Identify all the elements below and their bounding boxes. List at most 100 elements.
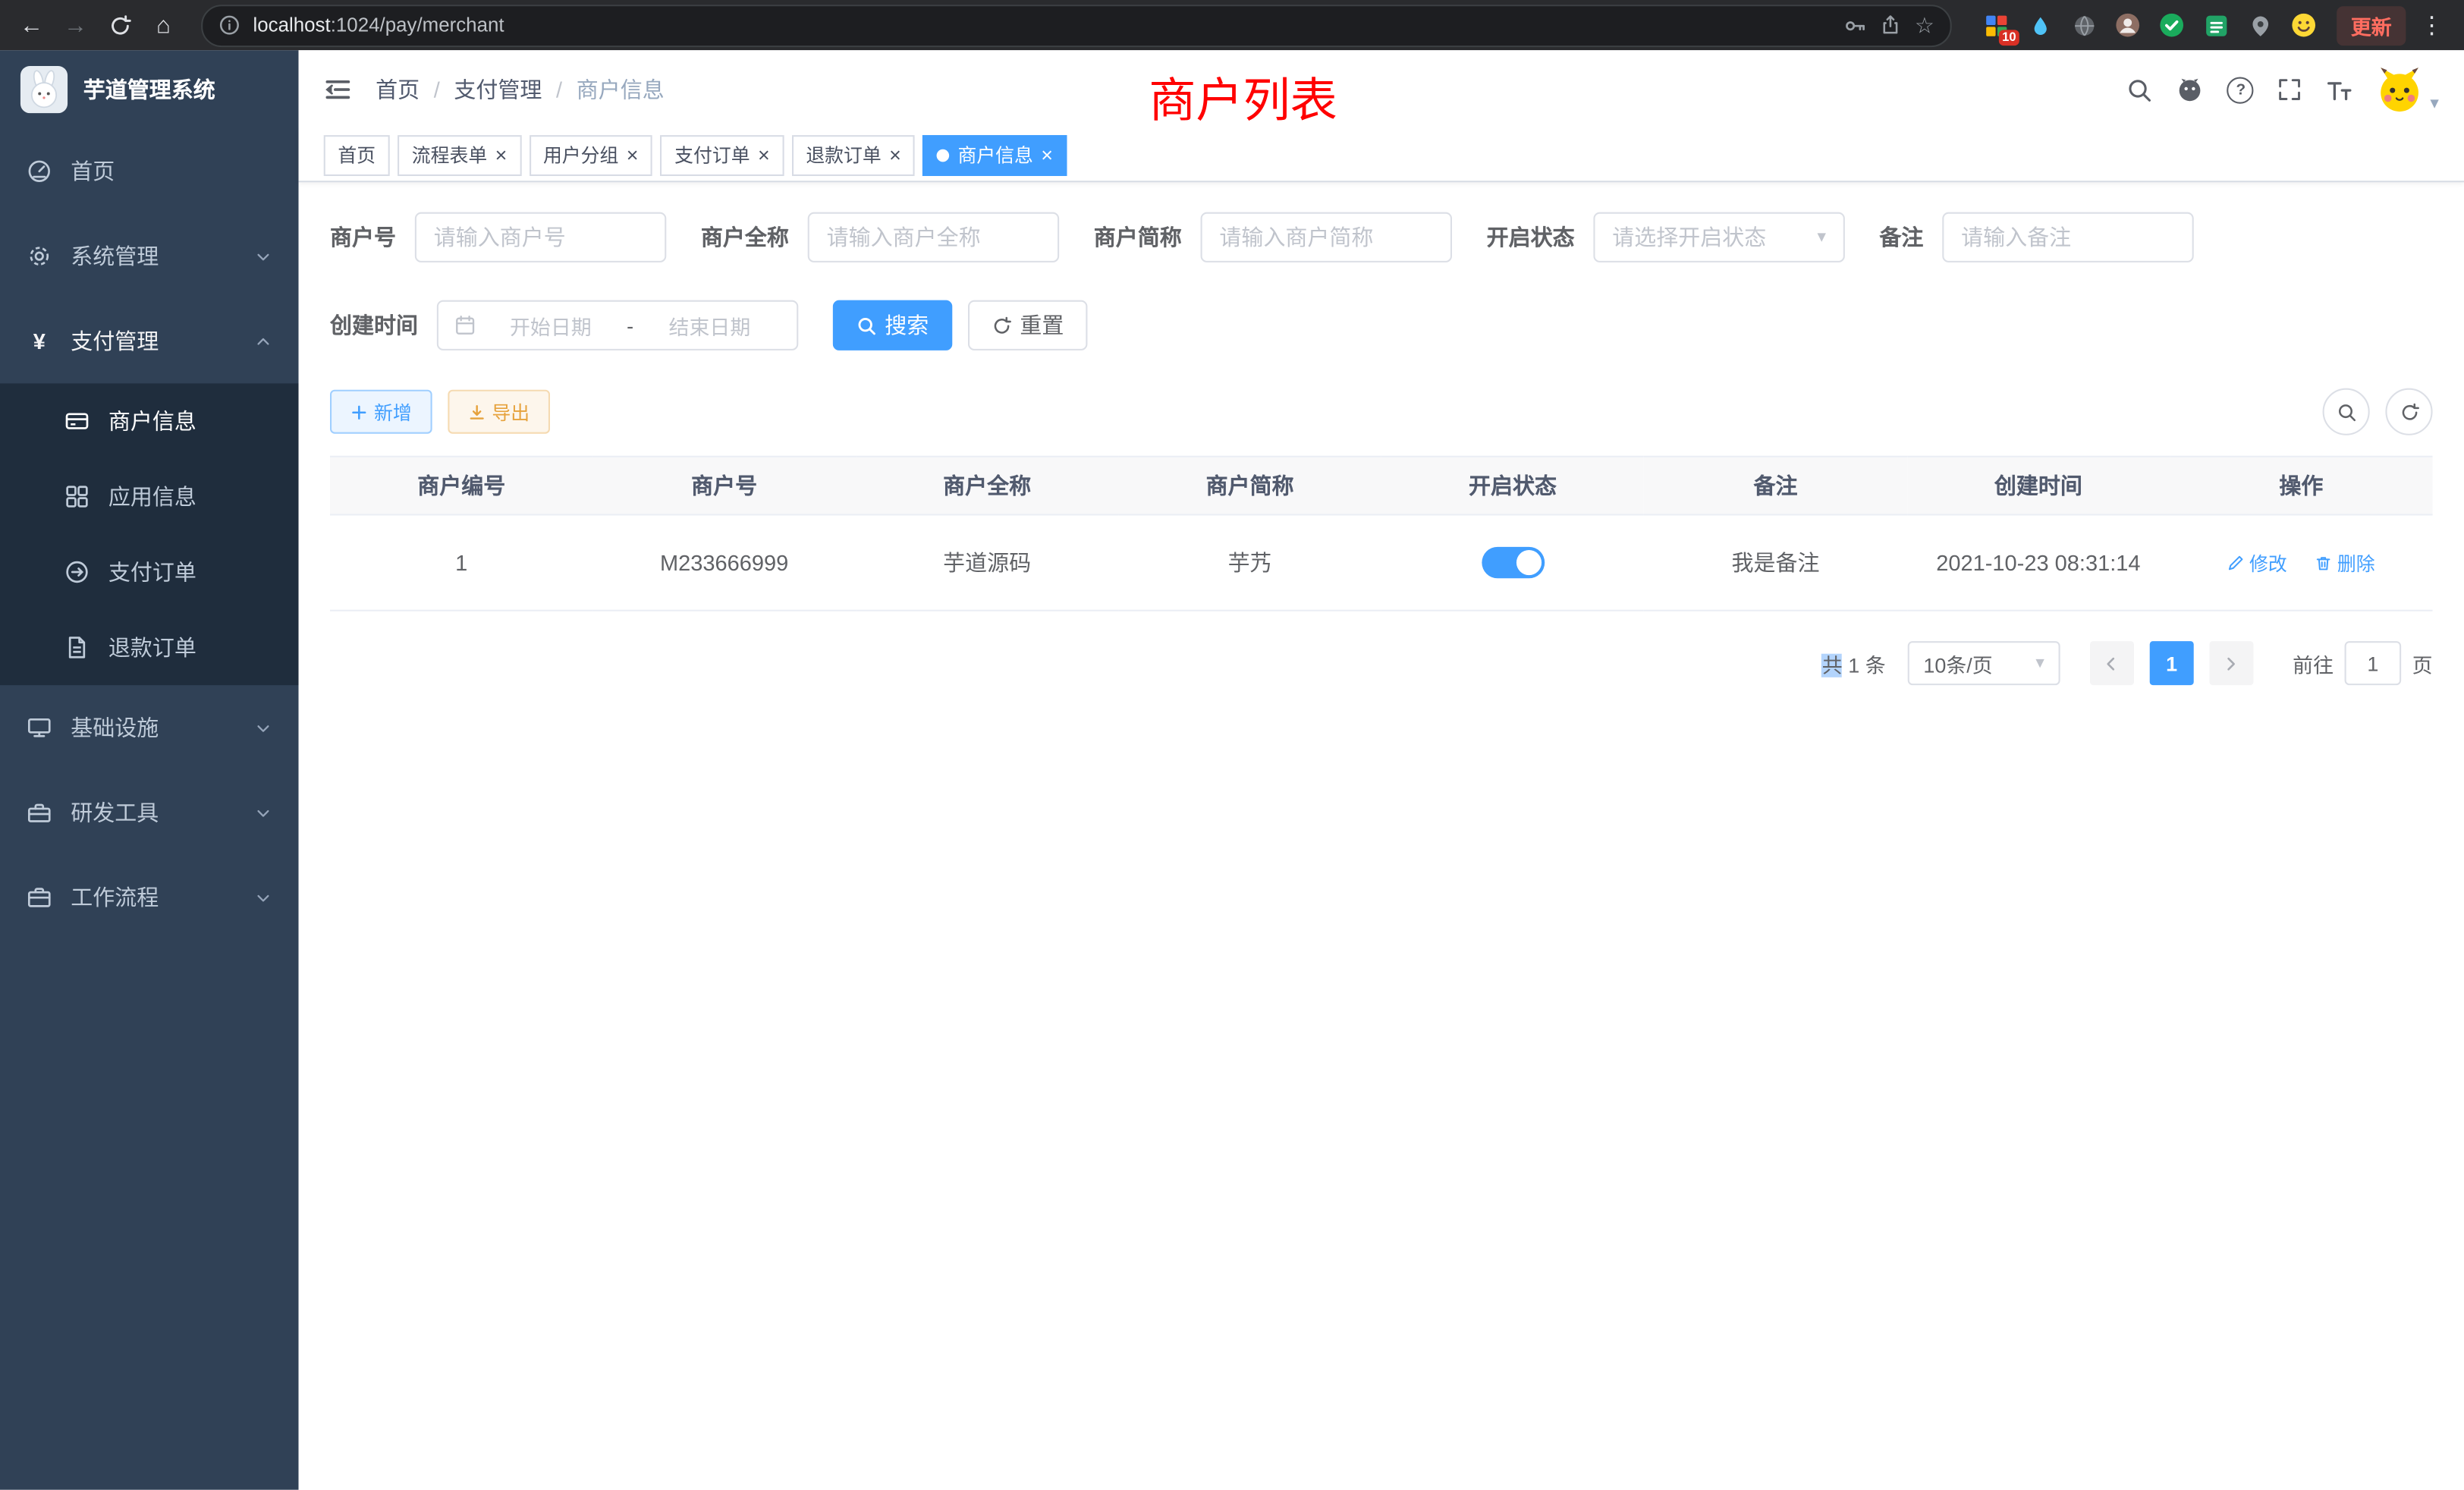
browser-reload-button[interactable] [101,6,139,44]
close-icon[interactable]: × [889,145,901,165]
screen: ← → ⌂ localhost:1024/pay/merchant ☆ 10 [0,0,2464,1490]
filter-row-1: 商户号 商户全称 商户简称 开启状态 请选择开启状态 [330,212,2433,262]
browser-forward-button[interactable]: → [57,6,95,44]
github-button[interactable] [2177,76,2204,102]
fullscreen-button[interactable] [2277,77,2302,102]
page-number-button[interactable]: 1 [2150,641,2194,685]
hamburger-icon [324,75,352,103]
refresh-table-button[interactable] [2385,388,2432,435]
tab-pay-order[interactable]: 支付订单 × [660,134,784,175]
sidebar-item-label: 退款订单 [108,632,272,663]
sidebar-item-label: 商户信息 [108,405,272,436]
edit-link[interactable]: 修改 [2227,549,2287,576]
search-button[interactable]: 搜索 [833,300,952,350]
chevron-down-icon [255,888,272,906]
sidebar-item-pay-order[interactable]: 支付订单 [0,534,299,609]
remark-input[interactable] [1942,212,2193,262]
yen-icon: ¥ [27,328,52,354]
page-size-select[interactable]: 10条/页 ▾ [1908,641,2060,685]
browser-update-button[interactable]: 更新 [2337,5,2406,45]
sidebar-item-home[interactable]: 首页 [0,129,299,214]
extension-colorful-icon[interactable]: 10 [1983,12,2010,39]
sidebar-item-workflow[interactable]: 工作流程 [0,855,299,940]
short-name-input[interactable] [1201,212,1452,262]
tab-process-form[interactable]: 流程表单 × [398,134,521,175]
reset-button-label: 重置 [1020,310,1064,341]
extension-avatar-icon[interactable] [2115,12,2142,39]
full-name-label: 商户全称 [701,222,789,253]
extension-smiley-icon[interactable] [2291,12,2318,39]
navbar-actions: ? ▾ [2127,66,2439,113]
password-key-icon[interactable] [1844,14,1868,37]
sidebar-item-system[interactable]: 系统管理 [0,214,299,299]
extension-paw-icon[interactable] [2247,12,2274,39]
breadcrumb-separator: / [556,77,562,102]
close-icon[interactable]: × [1041,145,1053,165]
sidebar-item-devtools[interactable]: 研发工具 [0,770,299,855]
add-button[interactable]: 新增 [330,390,432,434]
cell-status [1381,514,1644,610]
reload-icon [108,14,131,37]
reset-button[interactable]: 重置 [968,300,1087,350]
status-select[interactable]: 请选择开启状态 ▾ [1593,212,1844,262]
address-bar[interactable]: localhost:1024/pay/merchant ☆ [201,4,1952,46]
help-button[interactable]: ? [2227,76,2254,102]
tab-label: 用户分组 [543,141,618,168]
font-size-button[interactable] [2327,76,2353,102]
prev-page-button[interactable] [2090,641,2134,685]
collapse-sidebar-button[interactable] [324,75,352,103]
browser-menu-button[interactable]: ⋮ [2412,11,2452,39]
sidebar-item-infrastructure[interactable]: 基础设施 [0,685,299,770]
sidebar-item-refund-order[interactable]: 退款订单 [0,610,299,685]
delete-link[interactable]: 删除 [2315,549,2375,576]
export-button[interactable]: 导出 [448,390,550,434]
sidebar-item-merchant-info[interactable]: 商户信息 [0,383,299,458]
close-icon[interactable]: × [627,145,639,165]
status-placeholder: 请选择开启状态 [1612,222,1766,253]
create-time-range-picker[interactable]: 开始日期 - 结束日期 [437,300,798,350]
col-merchant-no: 商户号 [592,457,855,515]
col-short-name: 商户简称 [1118,457,1381,515]
next-page-button[interactable] [2209,641,2253,685]
url-text[interactable]: localhost:1024/pay/merchant [253,14,1832,36]
chevron-down-icon: ▾ [1818,228,1826,246]
breadcrumb-home[interactable]: 首页 [376,74,420,105]
browser-home-button[interactable]: ⌂ [145,6,183,44]
status-toggle[interactable] [1482,547,1545,578]
tab-home[interactable]: 首页 [324,134,390,175]
monitor-icon [27,715,52,740]
tab-refund-order[interactable]: 退款订单 × [792,134,916,175]
extension-notes-icon[interactable] [2203,12,2230,39]
document-icon [64,635,90,660]
total-count: 1 [1848,653,1859,677]
close-icon[interactable]: × [758,145,770,165]
extension-green-circle-icon[interactable] [2159,12,2186,39]
card-icon [64,409,90,434]
viewport: ← → ⌂ localhost:1024/pay/merchant ☆ 10 [0,0,2464,1490]
search-icon [2336,401,2356,422]
breadcrumb-payment[interactable]: 支付管理 [454,74,542,105]
full-name-input[interactable] [808,212,1059,262]
close-icon[interactable]: × [495,145,508,165]
extension-globe-icon[interactable] [2071,12,2098,39]
bookmark-star-icon[interactable]: ☆ [1915,12,1934,39]
merchant-no-label: 商户号 [330,222,396,253]
user-avatar-menu[interactable]: ▾ [2377,66,2439,113]
col-full-name: 商户全称 [856,457,1118,515]
total-suffix: 条 [1865,653,1886,677]
header-search-button[interactable] [2127,76,2154,102]
tab-user-group[interactable]: 用户分组 × [529,134,652,175]
goto-page-input[interactable] [2345,641,2402,685]
sidebar-item-label: 基础设施 [71,712,236,743]
merchant-no-input[interactable] [415,212,666,262]
tab-merchant-info[interactable]: 商户信息 × [923,134,1067,175]
sidebar-item-app-info[interactable]: 应用信息 [0,459,299,534]
toggle-search-button[interactable] [2323,388,2370,435]
sidebar-item-payment[interactable]: ¥ 支付管理 [0,299,299,384]
extension-drop-icon[interactable] [2027,12,2054,39]
browser-back-button[interactable]: ← [13,6,51,44]
site-info-icon[interactable] [218,14,240,36]
col-status: 开启状态 [1381,457,1644,515]
app-logo[interactable]: 芋道管理系统 [0,50,299,129]
share-icon[interactable] [1880,14,1902,36]
